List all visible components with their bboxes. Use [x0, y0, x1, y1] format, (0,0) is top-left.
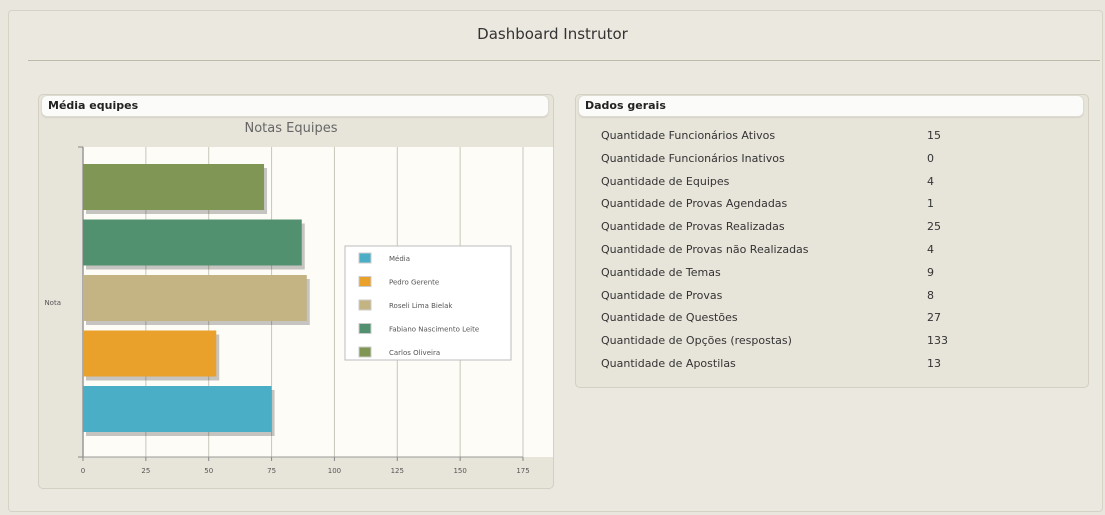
stats-label: Quantidade de Provas Realizadas — [601, 220, 785, 234]
stats-label: Quantidade Funcionários Inativos — [601, 151, 785, 165]
legend-swatch — [358, 299, 372, 311]
title-divider — [28, 60, 1100, 61]
stats-value: 1 — [927, 197, 934, 211]
panel-header-dados-gerais: Dados gerais — [578, 95, 1084, 117]
page-title: Dashboard Instrutor — [477, 25, 628, 43]
stats-label: Quantidade de Equipes — [601, 174, 730, 188]
stats-value: 27 — [927, 311, 941, 325]
legend-swatch — [358, 276, 372, 287]
x-tick-label: 25 — [141, 467, 150, 475]
legend-label: Pedro Gerente — [389, 279, 439, 287]
legend-swatch — [358, 323, 372, 334]
stats-value: 4 — [927, 243, 934, 256]
stats-value: 13 — [927, 357, 941, 370]
stats-value: 4 — [927, 174, 934, 188]
stats-value: 15 — [927, 129, 941, 142]
stats-value: 133 — [927, 334, 948, 348]
stats-label: Quantidade de Apostilas — [601, 357, 736, 370]
stats-label: Quantidade de Provas não Realizadas — [601, 243, 809, 256]
x-tick-label: 125 — [391, 467, 404, 475]
stats-value: 0 — [927, 151, 934, 165]
stats-label: Quantidade de Temas — [601, 265, 721, 279]
x-tick-label: 0 — [81, 467, 85, 475]
stats-label: Quantidade Funcionários Ativos — [601, 129, 776, 142]
stats-label: Quantidade de Questões — [601, 311, 738, 325]
stats-label: Quantidade de Provas Agendadas — [601, 197, 788, 211]
legend-label: Carlos Oliveira — [389, 349, 440, 357]
panel-header-media-equipes: Média equipes — [41, 95, 549, 117]
x-tick-label: 100 — [328, 467, 341, 475]
legend-label: Média — [389, 255, 410, 263]
bar-fabiano-nascimento-leite — [83, 219, 302, 266]
stats-value: 9 — [927, 265, 934, 279]
legend-label: Roseli Lima Bielak — [389, 302, 453, 310]
x-tick-label: 75 — [267, 467, 276, 475]
bar-carlos-oliveira — [83, 164, 265, 210]
chart-legend: Média Pedro Gerente Roseli Lima Bielak Fabi… — [344, 245, 512, 361]
x-tick-label: 150 — [453, 467, 466, 475]
dados-gerais-panel: Dados gerais Quantidade Funcionários Ati… — [575, 94, 1089, 388]
stats-label: Quantidade de Opções (respostas) — [601, 334, 792, 348]
chart-title: Notas Equipes — [245, 121, 338, 136]
notas-equipes-chart: Notas Equipes 0 25 50 75 100 125 150 175 Nota M… — [44, 121, 553, 475]
x-tick-label: 175 — [516, 467, 529, 475]
bar-roseli-lima-bielak — [83, 275, 307, 321]
media-equipes-panel: Média equipes Notas Equipes 0 25 50 75 100 12… — [38, 94, 554, 489]
legend-swatch — [358, 252, 372, 264]
bar-média — [83, 386, 272, 432]
stats-label: Quantidade de Provas — [601, 288, 723, 302]
legend-label: Fabiano Nascimento Leite — [389, 326, 479, 334]
bar-pedro-gerente — [83, 330, 217, 377]
x-tick-label: 50 — [204, 467, 213, 475]
legend-swatch — [358, 346, 372, 358]
y-axis-label: Nota — [44, 299, 61, 307]
stats-value: 8 — [927, 288, 934, 302]
stats-value: 25 — [927, 220, 941, 234]
